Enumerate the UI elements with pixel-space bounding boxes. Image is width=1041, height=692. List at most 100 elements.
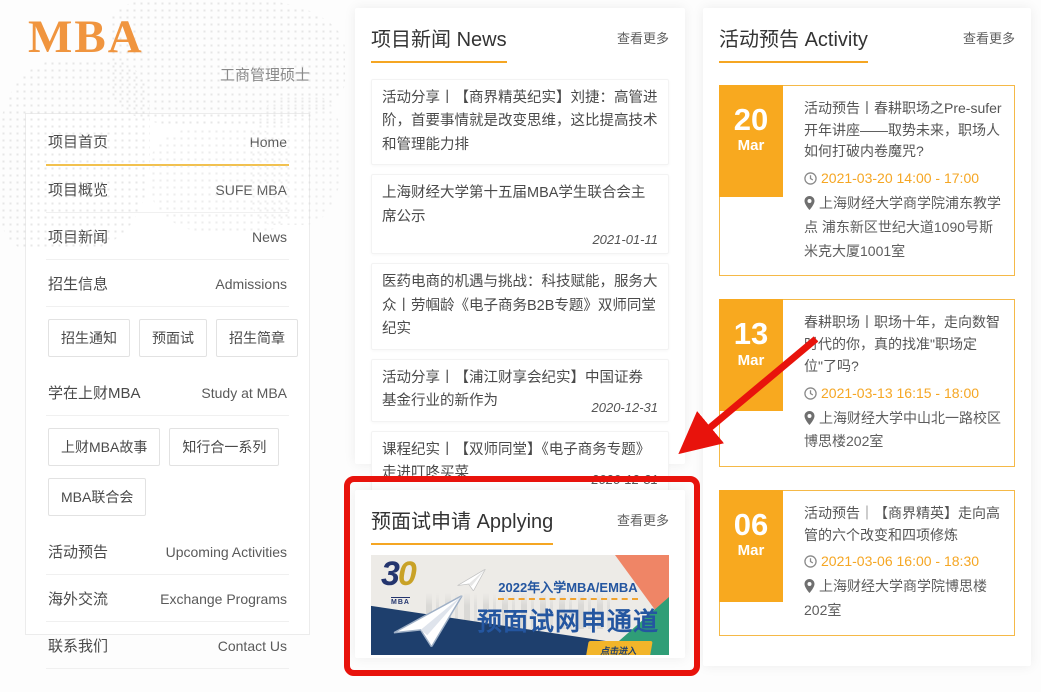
paper-plane-icon (391, 595, 468, 650)
applying-more-link[interactable]: 查看更多 (617, 510, 669, 529)
menu-label-zh: 项目首页 (48, 131, 108, 152)
event-title: 活动预告｜【商界精英】走向高管的六个改变和四项修炼 (804, 503, 1002, 546)
event-title: 活动预告丨春耕职场之Pre-sufer开年讲座——取势未来，职场人如何打破内卷魔… (804, 98, 1002, 163)
menu-label-zh: 项目概览 (48, 179, 108, 200)
event-time: 2021-03-06 16:00 - 18:30 (804, 553, 1002, 569)
pre-interview-button[interactable]: 预面试 (139, 319, 207, 357)
applying-panel: 预面试申请 Applying 查看更多 30 MBA 2022年入学MBA/EM… (355, 490, 685, 658)
activity-panel-title: 活动预告 Activity (719, 23, 868, 63)
activity-panel: 活动预告 Activity 查看更多 20 Mar 活动预告丨春耕职场之Pre-… (703, 8, 1031, 666)
event-month: Mar (719, 352, 783, 369)
event-card[interactable]: 20 Mar 活动预告丨春耕职场之Pre-sufer开年讲座——取势未来，职场人… (719, 85, 1015, 276)
event-date-badge: 06 Mar (719, 490, 783, 602)
news-item-text: 医药电商的机遇与挑战：科技赋能，服务大众丨劳帼龄《电子商务B2B专题》双师同堂纪… (382, 271, 658, 341)
banner-enter-button[interactable]: 点击进入 (585, 641, 652, 655)
event-location-text: 上海财经大学商学院博思楼202室 (804, 578, 987, 618)
sidebar-item-home[interactable]: 项目首页 Home (46, 118, 289, 166)
sidebar-item-news[interactable]: 项目新闻 News (46, 213, 289, 260)
news-item-date: 2020-12-31 (586, 400, 659, 415)
logo-digit: 3 (381, 555, 398, 593)
applying-panel-title: 预面试申请 Applying (371, 505, 553, 545)
news-title-zh: 项目新闻 (371, 29, 451, 51)
menu-label-en: Admissions (215, 276, 287, 292)
banner-text-block: 2022年入学MBA/EMBA 预面试网申通道 点击进入 (475, 577, 661, 655)
event-day: 20 (719, 103, 783, 137)
banner-subtitle: 2022年入学MBA/EMBA (498, 577, 637, 600)
event-time-text: 2021-03-20 14:00 - 17:00 (821, 170, 979, 186)
menu-label-zh: 项目新闻 (48, 226, 108, 247)
activity-more-link[interactable]: 查看更多 (963, 28, 1015, 47)
event-list: 20 Mar 活动预告丨春耕职场之Pre-sufer开年讲座——取势未来，职场人… (719, 85, 1015, 636)
clock-icon (804, 387, 817, 400)
event-title: 春耕职场丨职场十年，走向数智时代的你，真的找准"职场定位"了吗? (804, 312, 1002, 377)
menu-label-zh: 联系我们 (48, 635, 108, 656)
news-item[interactable]: 活动分享丨【商界精英纪实】刘捷：高管进阶，首要事情就是改变思维，这比提高技术和管… (371, 79, 669, 165)
menu-label-zh: 招生信息 (48, 273, 108, 294)
menu-label-en: SUFE MBA (215, 182, 287, 198)
news-item-text: 上海财经大学第十五届MBA学生联合会主席公示 (382, 182, 658, 229)
program-subtitle: 工商管理硕士 (25, 64, 310, 85)
banner-title: 预面试网申通道 (475, 602, 661, 638)
news-title-en: News (457, 29, 507, 51)
activity-title-en: Activity (805, 29, 868, 51)
event-time: 2021-03-13 16:15 - 18:00 (804, 385, 1002, 401)
event-date-badge: 20 Mar (719, 85, 783, 197)
sidebar-menu: 项目首页 Home 项目概览 SUFE MBA 项目新闻 News 招生信息 A… (25, 113, 310, 635)
world-map-dots (110, 0, 345, 125)
sidebar-item-activities[interactable]: 活动预告 Upcoming Activities (46, 528, 289, 575)
news-item[interactable]: 课程纪实丨【双师同堂】《电子商务专题》走进叮咚买菜 2020-12-31 (371, 431, 669, 494)
sidebar-item-admissions[interactable]: 招生信息 Admissions (46, 260, 289, 307)
sidebar-item-exchange[interactable]: 海外交流 Exchange Programs (46, 575, 289, 622)
event-card[interactable]: 06 Mar 活动预告｜【商界精英】走向高管的六个改变和四项修炼 2021-03… (719, 490, 1015, 636)
menu-label-zh: 学在上财MBA (48, 382, 141, 403)
event-location: 上海财经大学商学院博思楼202室 (804, 575, 1002, 623)
sidebar-item-study[interactable]: 学在上财MBA Study at MBA (46, 369, 289, 416)
menu-label-zh: 活动预告 (48, 541, 108, 562)
pre-interview-banner[interactable]: 30 MBA 2022年入学MBA/EMBA 预面试网申通道 点击进入 (371, 555, 669, 655)
location-pin-icon (804, 196, 815, 210)
news-item-date: 2020-12-31 (586, 472, 659, 487)
news-item-date: 2021-01-11 (586, 232, 658, 247)
event-date-badge: 13 Mar (719, 299, 783, 411)
clock-icon (804, 555, 817, 568)
mba-story-button[interactable]: 上财MBA故事 (48, 428, 160, 466)
event-time: 2021-03-20 14:00 - 17:00 (804, 170, 1002, 186)
event-location-text: 上海财经大学中山北一路校区博思楼202室 (804, 410, 1001, 450)
mba-logo[interactable]: MBA (28, 10, 144, 64)
menu-label-en: Contact Us (218, 638, 287, 654)
study-buttons-row1: 上财MBA故事 知行合一系列 (46, 416, 289, 470)
admissions-buttons: 招生通知 预面试 招生简章 (46, 307, 289, 369)
menu-label-en: News (252, 229, 287, 245)
news-panel: 项目新闻 News 查看更多 活动分享丨【商界精英纪实】刘捷：高管进阶，首要事情… (355, 8, 685, 464)
location-pin-icon (804, 579, 815, 593)
event-location: 上海财经大学商学院浦东教学点 浦东新区世纪大道1090号斯米克大厦1001室 (804, 192, 1002, 263)
event-location-text: 上海财经大学商学院浦东教学点 浦东新区世纪大道1090号斯米克大厦1001室 (804, 195, 1001, 259)
zhixing-series-button[interactable]: 知行合一系列 (169, 428, 279, 466)
admission-notice-button[interactable]: 招生通知 (48, 319, 130, 357)
anniversary-30-logo: 30 MBA (381, 557, 415, 591)
menu-label-en: Exchange Programs (160, 591, 287, 607)
news-item[interactable]: 活动分享丨【浦江财享会纪实】中国证券基金行业的新作为 2020-12-31 (371, 359, 669, 422)
activity-title-zh: 活动预告 (719, 29, 799, 51)
mba-union-button[interactable]: MBA联合会 (48, 478, 146, 516)
applying-title-en: Applying (477, 511, 554, 533)
news-item[interactable]: 上海财经大学第十五届MBA学生联合会主席公示 2021-01-11 (371, 174, 669, 254)
sidebar-item-overview[interactable]: 项目概览 SUFE MBA (46, 166, 289, 213)
news-item-text: 活动分享丨【商界精英纪实】刘捷：高管进阶，首要事情就是改变思维，这比提高技术和管… (382, 87, 658, 157)
logo-digit: 0 (398, 555, 415, 593)
clock-icon (804, 172, 817, 185)
sidebar-item-contact[interactable]: 联系我们 Contact Us (46, 622, 289, 669)
event-location: 上海财经大学中山北一路校区博思楼202室 (804, 407, 1002, 455)
event-card[interactable]: 13 Mar 春耕职场丨职场十年，走向数智时代的你，真的找准"职场定位"了吗? … (719, 299, 1015, 467)
event-time-text: 2021-03-06 16:00 - 18:30 (821, 553, 979, 569)
news-item[interactable]: 医药电商的机遇与挑战：科技赋能，服务大众丨劳帼龄《电子商务B2B专题》双师同堂纪… (371, 263, 669, 349)
applying-title-zh: 预面试申请 (371, 511, 471, 533)
study-buttons-row2: MBA联合会 (46, 470, 289, 528)
news-panel-title: 项目新闻 News (371, 23, 507, 63)
event-month: Mar (719, 137, 783, 154)
menu-label-en: Home (250, 134, 287, 150)
news-more-link[interactable]: 查看更多 (617, 28, 669, 47)
admission-guide-button[interactable]: 招生简章 (216, 319, 298, 357)
event-day: 13 (719, 317, 783, 351)
event-day: 06 (719, 508, 783, 542)
